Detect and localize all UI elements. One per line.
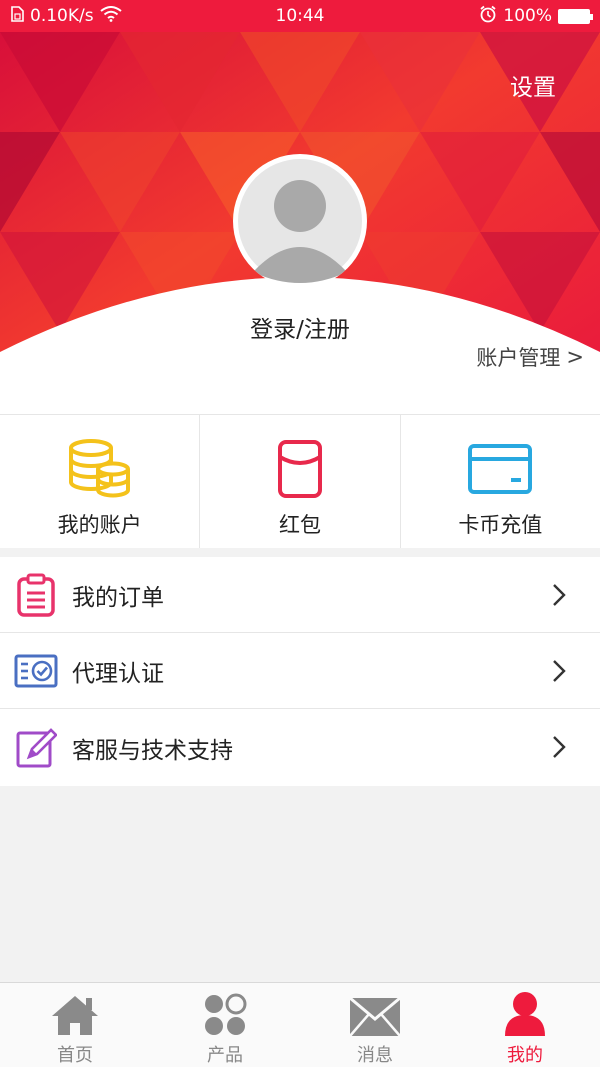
battery-percent: 100% (503, 6, 552, 26)
menu-item-label: 代理认证 (72, 660, 164, 687)
profile-header: 设置 登录/注册 账户管理 > (0, 32, 600, 420)
clipboard-icon (14, 573, 58, 617)
menu-item-label: 客服与技术支持 (72, 737, 233, 764)
shortcut-red-envelope[interactable]: 红包 (200, 415, 401, 548)
coins-icon (67, 435, 133, 503)
bottom-tab-bar: 首页 产品 消息 我的 (0, 982, 600, 1067)
home-icon (50, 991, 100, 1037)
tab-label: 我的 (507, 1045, 543, 1066)
account-manage-label: 账户管理 (476, 346, 561, 370)
tab-home[interactable]: 首页 (0, 983, 150, 1067)
tab-label: 产品 (207, 1045, 243, 1066)
status-right: 100% (479, 5, 593, 28)
network-speed: 0.10K/s (30, 6, 94, 26)
shortcut-label: 卡币充值 (458, 513, 543, 537)
chevron-right-icon (552, 583, 566, 611)
shortcut-label: 我的账户 (57, 513, 142, 537)
status-left: 0.10K/s (10, 5, 122, 27)
user-icon (503, 991, 547, 1037)
sim-icon (10, 5, 24, 27)
certificate-icon (14, 649, 58, 693)
tab-mine[interactable]: 我的 (450, 983, 600, 1067)
edit-icon (14, 726, 58, 770)
menu-item-agent-certification[interactable]: 代理认证 (0, 633, 600, 709)
chevron-right-icon (552, 735, 566, 763)
envelope-icon (349, 991, 401, 1037)
account-manage-link[interactable]: 账户管理 > (476, 342, 584, 372)
tab-label: 首页 (57, 1045, 93, 1066)
menu-item-customer-support[interactable]: 客服与技术支持 (0, 709, 600, 786)
login-register-link[interactable]: 登录/注册 (0, 310, 600, 344)
grid-icon (203, 991, 247, 1037)
shortcut-grid: 我的账户 红包 卡币充值 (0, 414, 600, 548)
wifi-icon (99, 5, 122, 27)
tab-label: 消息 (357, 1045, 393, 1066)
tab-products[interactable]: 产品 (150, 983, 300, 1067)
settings-button[interactable]: 设置 (510, 68, 556, 102)
tab-messages[interactable]: 消息 (300, 983, 450, 1067)
shortcut-label: 红包 (278, 513, 321, 537)
menu-item-my-orders[interactable]: 我的订单 (0, 557, 600, 633)
card-icon (467, 435, 533, 503)
battery-icon (558, 8, 593, 24)
red-envelope-icon (276, 435, 324, 503)
shortcut-card-recharge[interactable]: 卡币充值 (401, 415, 600, 548)
shortcut-my-account[interactable]: 我的账户 (0, 415, 201, 548)
avatar[interactable] (233, 154, 367, 288)
account-manage-arrow: > (566, 345, 584, 369)
menu-item-label: 我的订单 (72, 584, 164, 611)
chevron-right-icon (552, 659, 566, 687)
alarm-icon (479, 5, 497, 28)
status-bar: 0.10K/s 10:44 100% (0, 0, 600, 32)
default-avatar-icon (238, 159, 362, 283)
menu-list: 我的订单 代理认证 客服与技术支持 (0, 557, 600, 786)
